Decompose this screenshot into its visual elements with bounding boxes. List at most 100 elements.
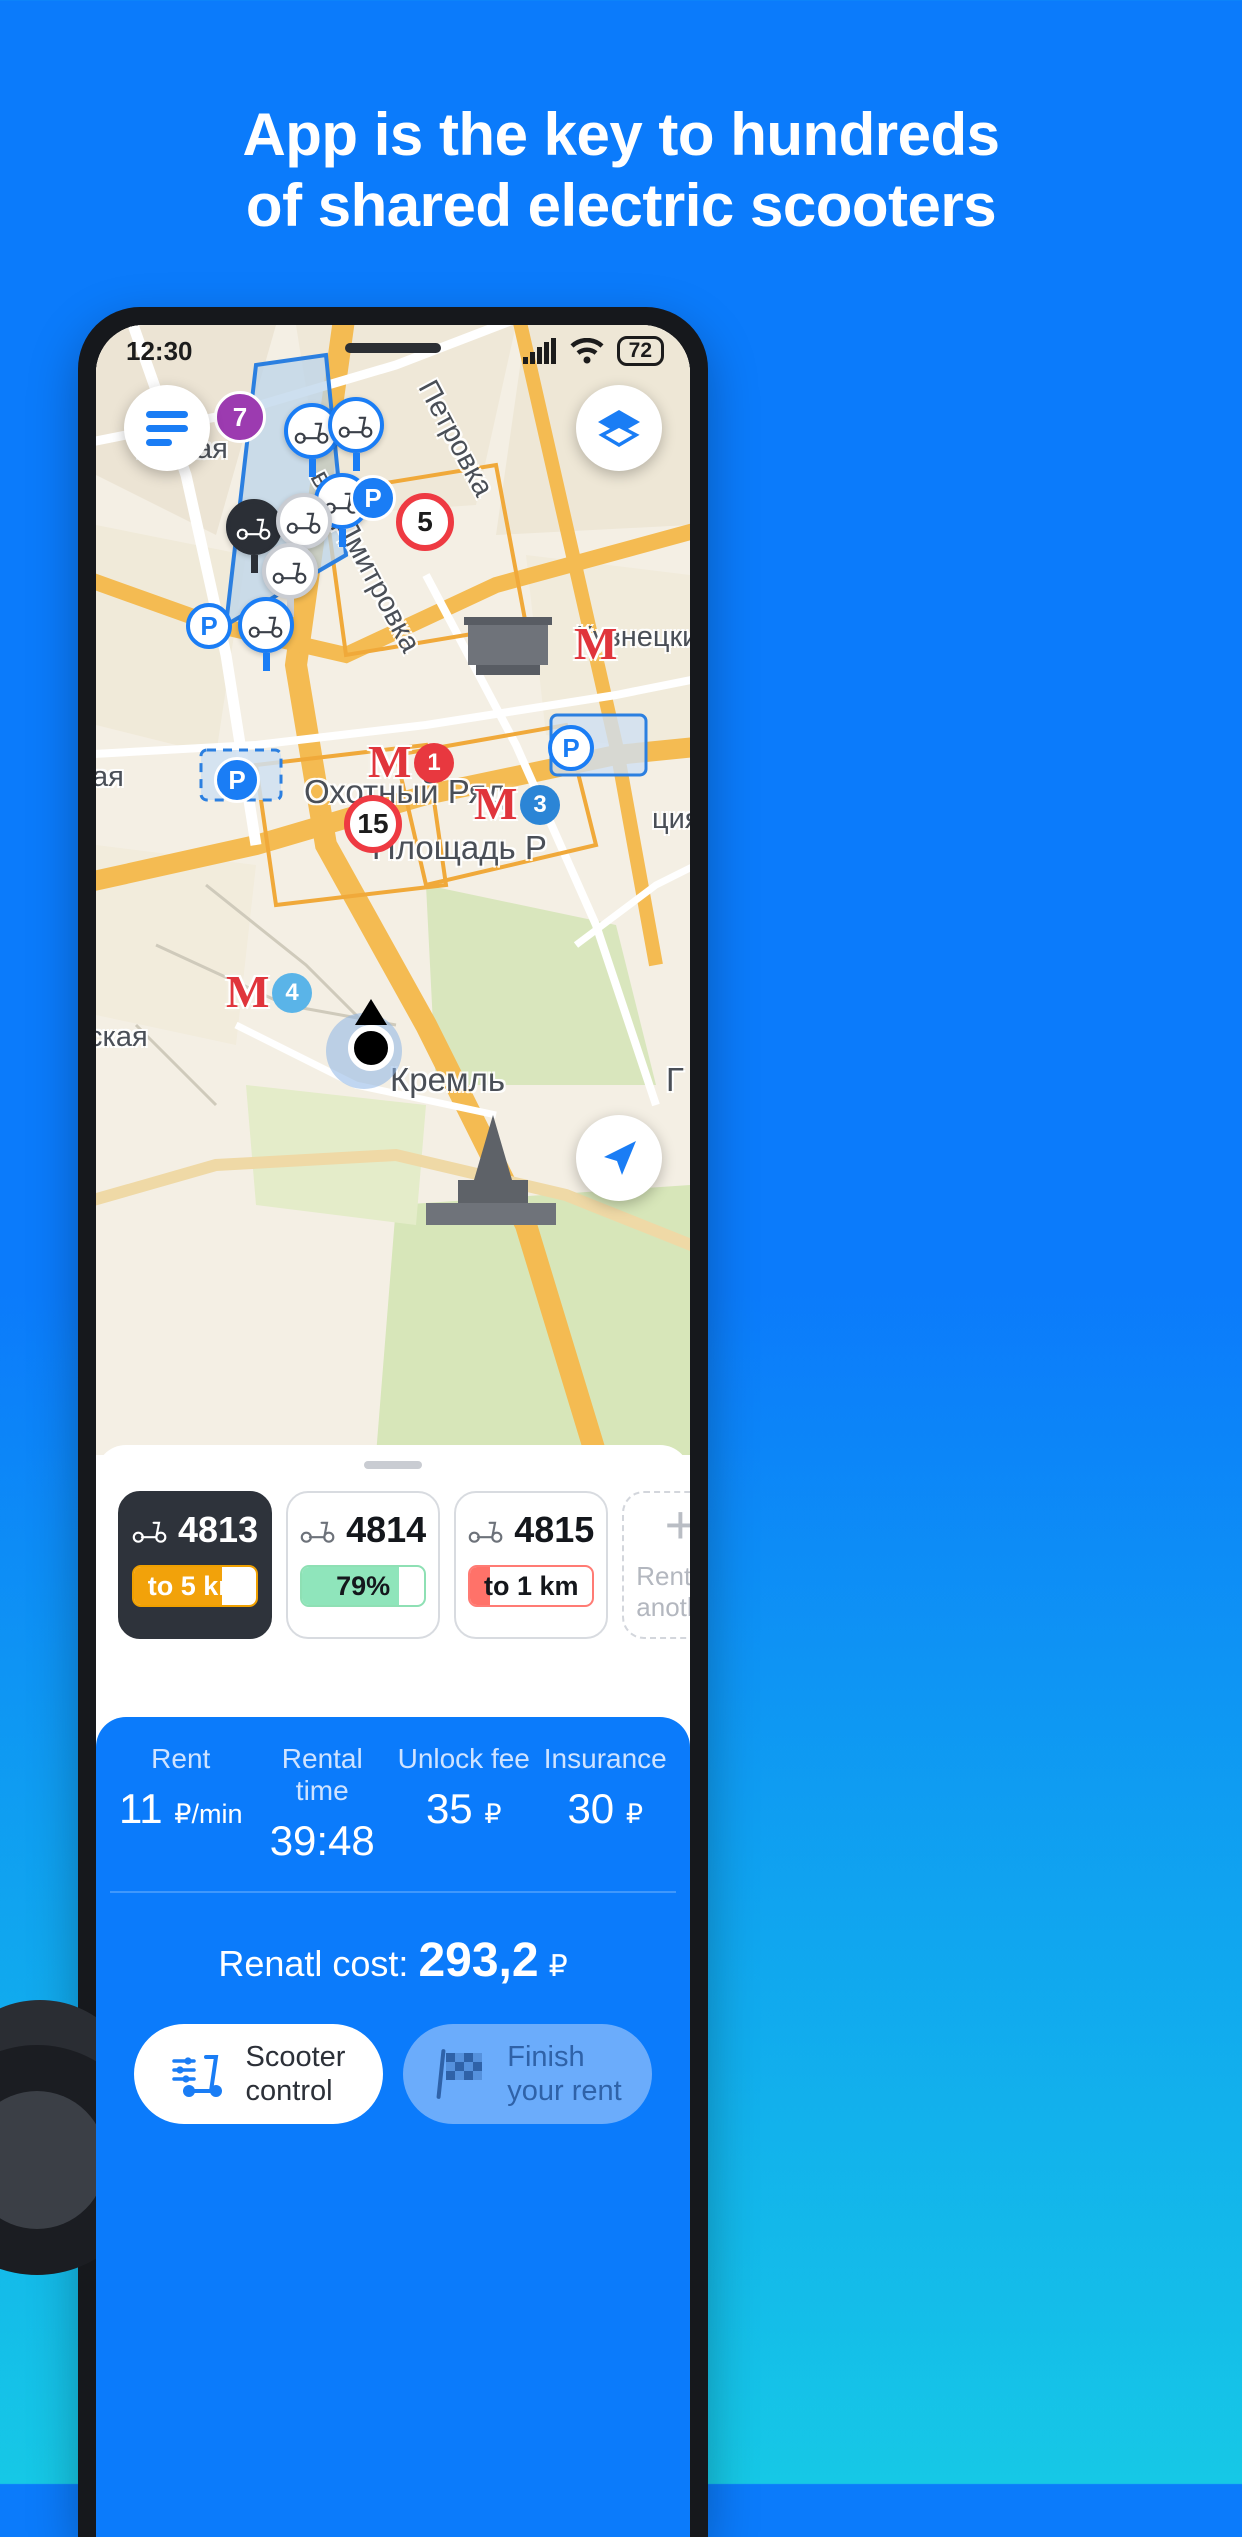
scooter-glyph bbox=[272, 562, 307, 584]
status-time: 12:30 bbox=[126, 335, 193, 366]
metro-line-badge[interactable]: 4 bbox=[272, 973, 312, 1013]
finish-rent-button[interactable]: Finish your rent bbox=[403, 2024, 652, 2124]
pin-stem bbox=[250, 555, 258, 573]
phone-mockup: 12:30 72 7 P P P P 5 15 M 1 M 3 M 4 M Пе… bbox=[78, 307, 708, 2537]
speed-limit-sign[interactable]: 15 bbox=[344, 795, 402, 853]
stat-number: 11 bbox=[119, 1785, 163, 1832]
scooter-id: 4814 bbox=[346, 1509, 427, 1550]
map-view[interactable]: 12:30 72 7 P P P P 5 15 M 1 M 3 M 4 M Пе… bbox=[96, 325, 690, 1455]
map-layers-button[interactable] bbox=[576, 385, 662, 471]
page-title: App is the key to hundreds of shared ele… bbox=[0, 100, 1242, 242]
stat-unit: ₽ bbox=[625, 1799, 644, 1829]
parking-p-icon[interactable]: P bbox=[350, 475, 396, 521]
cellular-signal-icon bbox=[522, 338, 556, 364]
parking-p-icon[interactable]: P bbox=[548, 725, 594, 771]
total-amount: 293,2 bbox=[418, 1934, 539, 1987]
pin-stem bbox=[262, 653, 270, 671]
stat-number: 30 bbox=[567, 1785, 615, 1832]
button-line-2: control bbox=[245, 2075, 333, 2107]
location-dot bbox=[348, 1025, 394, 1071]
bottom-sheet[interactable]: 4813 to 5 km 4814 79% 4815 to 1 km + Ren… bbox=[96, 1445, 690, 2537]
total-unit: ₽ bbox=[548, 1950, 568, 1983]
finish-rent-label: Finish your rent bbox=[507, 2040, 621, 2108]
drag-handle[interactable] bbox=[364, 1461, 422, 1469]
scooter-icon bbox=[262, 543, 318, 599]
stat-label: Rent bbox=[151, 1743, 211, 1774]
button-line-1: Scooter bbox=[245, 2040, 346, 2073]
menu-button[interactable] bbox=[124, 385, 210, 471]
parking-p-icon[interactable]: P bbox=[186, 603, 232, 649]
parking-p-icon[interactable]: P bbox=[214, 757, 260, 803]
stat-unit: ₽ bbox=[484, 1799, 502, 1829]
map-label: ская bbox=[96, 1021, 148, 1053]
pin-stem bbox=[352, 453, 360, 471]
scooter-icon bbox=[328, 397, 384, 453]
locate-me-button[interactable] bbox=[576, 1115, 662, 1201]
metro-line-badge[interactable]: 1 bbox=[414, 743, 454, 783]
scooter-id: 4813 bbox=[178, 1509, 259, 1550]
stat-unlock-fee: Unlock fee 35 ₽ bbox=[393, 1743, 535, 1865]
action-buttons: Scooter control Finish your rent bbox=[110, 2024, 676, 2124]
metro-station-icon: M bbox=[474, 778, 518, 829]
stat-number: 35 bbox=[425, 1785, 473, 1832]
navigation-arrow-icon bbox=[604, 1141, 636, 1175]
scooter-icon bbox=[468, 1521, 503, 1543]
stat-value: 35 ₽ bbox=[393, 1785, 535, 1833]
status-text: to 5 km bbox=[147, 1570, 243, 1601]
cluster-badge[interactable]: 7 bbox=[214, 391, 266, 443]
scooter-icon bbox=[276, 493, 332, 549]
rent-another-button[interactable]: + Rent another bbox=[622, 1491, 690, 1640]
phone-earpiece bbox=[345, 343, 441, 353]
stat-label: Rental time bbox=[281, 1743, 363, 1806]
pin-stem bbox=[338, 529, 346, 547]
wifi-icon bbox=[570, 338, 604, 364]
checkered-flag-icon bbox=[436, 2049, 483, 2099]
metro-line-badge[interactable]: 3 bbox=[520, 785, 560, 825]
headline-line-2: of shared electric scooters bbox=[245, 171, 997, 239]
map-layers-icon bbox=[598, 410, 640, 448]
map-label: Кремль bbox=[390, 1061, 506, 1098]
scooter-control-button[interactable]: Scooter control bbox=[134, 2024, 383, 2124]
map-label: ая bbox=[96, 761, 124, 793]
scooter-pin[interactable] bbox=[238, 597, 294, 671]
stat-number: 39:48 bbox=[269, 1817, 375, 1864]
rental-info-panel: Rent 11 ₽/min Rental time 39:48 Unlock f… bbox=[96, 1717, 690, 2537]
battery-indicator: 72 bbox=[616, 336, 664, 366]
card-header: 4815 bbox=[468, 1509, 594, 1551]
scooter-card-4814[interactable]: 4814 79% bbox=[286, 1491, 441, 1640]
scooter-glyph bbox=[294, 422, 329, 444]
scooter-icon bbox=[300, 1521, 335, 1543]
status-text: to 1 km bbox=[483, 1570, 579, 1601]
total-cost: Renatl cost: 293,2 ₽ bbox=[110, 1893, 676, 2024]
metro-station-icon: M bbox=[574, 618, 618, 669]
stat-unit: ₽/min bbox=[174, 1799, 243, 1829]
rental-stats-row: Rent 11 ₽/min Rental time 39:48 Unlock f… bbox=[110, 1743, 676, 1893]
stat-rent: Rent 11 ₽/min bbox=[110, 1743, 252, 1865]
heading-arrow-icon bbox=[355, 999, 387, 1025]
button-line-2: your rent bbox=[507, 2075, 622, 2107]
headline-line-1: App is the key to hundreds bbox=[242, 101, 1000, 168]
scooter-card-4813[interactable]: 4813 to 5 km bbox=[118, 1491, 273, 1640]
metro-station-icon: M bbox=[368, 736, 412, 787]
scooter-icon bbox=[132, 1521, 167, 1543]
card-header: 4813 bbox=[132, 1509, 258, 1551]
scooter-control-label: Scooter control bbox=[246, 2040, 346, 2108]
stat-value: 11 ₽/min bbox=[110, 1785, 252, 1833]
stat-label: Insurance bbox=[543, 1743, 667, 1774]
scooter-card-4815[interactable]: 4815 to 1 km bbox=[454, 1491, 609, 1640]
metro-station-icon: M bbox=[226, 966, 270, 1017]
scooter-pin[interactable] bbox=[328, 397, 384, 471]
scooter-icon bbox=[238, 597, 294, 653]
scooter-status-bar: to 1 km bbox=[468, 1565, 595, 1607]
scooter-id: 4815 bbox=[514, 1509, 595, 1550]
speed-limit-sign[interactable]: 5 bbox=[396, 493, 454, 551]
stat-rental-time: Rental time 39:48 bbox=[252, 1743, 394, 1865]
stat-value: 30 ₽ bbox=[535, 1785, 677, 1833]
map-label: Г bbox=[666, 1061, 684, 1098]
scooter-status-bar: to 5 km bbox=[132, 1565, 259, 1607]
button-line-1: Finish bbox=[507, 2040, 585, 2073]
stat-label: Unlock fee bbox=[397, 1743, 530, 1774]
total-label: Renatl cost: bbox=[218, 1943, 409, 1984]
stat-value: 39:48 bbox=[252, 1817, 394, 1865]
card-header: 4814 bbox=[300, 1509, 426, 1551]
